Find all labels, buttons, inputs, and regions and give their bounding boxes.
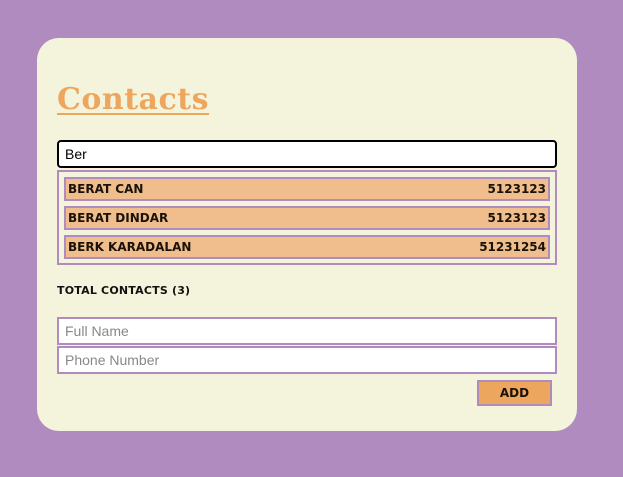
contact-phone: 5123123 — [487, 182, 546, 196]
full-name-field[interactable] — [57, 317, 557, 345]
phone-number-field[interactable] — [57, 346, 557, 374]
page-title: Contacts — [57, 82, 210, 117]
contact-phone: 5123123 — [487, 211, 546, 225]
contacts-card: Contacts BERAT CAN 5123123 BERAT DINDAR … — [37, 38, 577, 431]
contact-phone: 51231254 — [479, 240, 546, 254]
search-results-list: BERAT CAN 5123123 BERAT DINDAR 5123123 B… — [57, 170, 557, 265]
total-contacts-label: TOTAL CONTACTS (3) — [57, 284, 191, 297]
list-item[interactable]: BERAT CAN 5123123 — [64, 177, 550, 201]
search-input[interactable] — [57, 140, 557, 168]
add-button[interactable]: ADD — [477, 380, 552, 406]
contact-name: BERK KARADALAN — [68, 240, 192, 254]
list-item[interactable]: BERAT DINDAR 5123123 — [64, 206, 550, 230]
list-item[interactable]: BERK KARADALAN 51231254 — [64, 235, 550, 259]
contact-name: BERAT CAN — [68, 182, 144, 196]
contact-name: BERAT DINDAR — [68, 211, 169, 225]
